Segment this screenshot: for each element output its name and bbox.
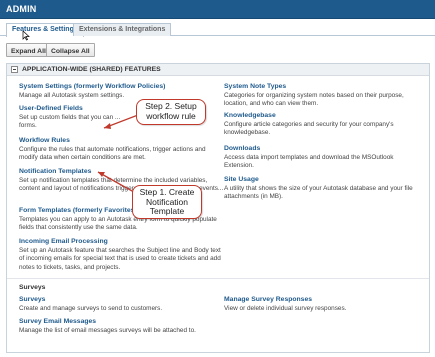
site-usage-link[interactable]: Site Usage [224,176,414,185]
list-item: Workflow Rules Configure the rules that … [19,137,224,163]
item-description: Create and manage surveys to send to cus… [19,304,163,312]
collapse-section-icon[interactable] [11,66,18,73]
tab-strip: Features & Settings Extensions & Integra… [0,19,435,37]
list-item: Survey Email Messages Manage the list of… [19,318,219,335]
user-defined-fields-link[interactable]: User-Defined Fields [19,105,129,114]
callout-text: Template [149,206,185,216]
item-description: Configure article categories and securit… [224,120,394,137]
step2-callout: Step 2. Setup workflow rule [136,99,206,125]
list-item: System Note Types Categories for organiz… [224,83,424,109]
incoming-email-processing-link[interactable]: Incoming Email Processing [19,238,224,247]
item-description: Configure the rules that automate notifi… [19,145,206,162]
features-panel: APPLICATION-WIDE (SHARED) FEATURES Syste… [6,63,430,353]
system-note-types-link[interactable]: System Note Types [224,83,424,92]
knowledgebase-link[interactable]: Knowledgebase [224,112,424,121]
item-description: View or delete individual survey respons… [224,304,347,312]
item-description: Manage the list of email messages survey… [19,326,196,334]
expand-all-button[interactable]: Expand All [6,43,51,57]
step1-callout: Step 1. Create Notification Template [132,185,202,219]
item-description: Set up custom fields that you can ... fo… [19,113,121,130]
survey-email-messages-link[interactable]: Survey Email Messages [19,318,219,327]
list-item: Downloads Access data import templates a… [224,145,414,171]
list-item: Manage Survey Responses View or delete i… [224,296,424,313]
item-description: A utility that shows the size of your Au… [224,184,413,201]
list-item: Site Usage A utility that shows the size… [224,176,414,202]
notification-templates-link[interactable]: Notification Templates [19,168,224,177]
list-item: System Settings (formerly Workflow Polic… [19,83,219,100]
list-item: Incoming Email Processing Set up an Auto… [19,238,224,272]
section-header[interactable]: APPLICATION-WIDE (SHARED) FEATURES [7,64,429,76]
admin-title-bar: ADMIN [0,0,435,19]
window-title: ADMIN [6,4,37,14]
list-item: Knowledgebase Configure article categori… [224,112,424,138]
item-description: Categories for organizing system notes b… [224,91,404,108]
tab-extensions-integrations[interactable]: Extensions & Integrations [73,23,172,36]
mouse-pointer-icon [22,31,30,41]
section-divider [7,278,429,279]
manage-survey-responses-link[interactable]: Manage Survey Responses [224,296,424,305]
surveys-section-title: Surveys [19,284,46,291]
list-item: User-Defined Fields Set up custom fields… [19,105,129,131]
callout-text: workflow rule [146,110,196,121]
downloads-link[interactable]: Downloads [224,145,414,154]
item-description: Set up an Autotask feature that searches… [19,246,221,271]
surveys-link[interactable]: Surveys [19,296,219,305]
workflow-rules-link[interactable]: Workflow Rules [19,137,224,146]
section-title: APPLICATION-WIDE (SHARED) FEATURES [22,66,161,73]
list-item: Surveys Create and manage surveys to sen… [19,296,219,313]
system-settings-link[interactable]: System Settings (formerly Workflow Polic… [19,83,219,92]
collapse-all-button[interactable]: Collapse All [46,43,95,57]
item-description: Access data import templates and downloa… [224,153,394,170]
